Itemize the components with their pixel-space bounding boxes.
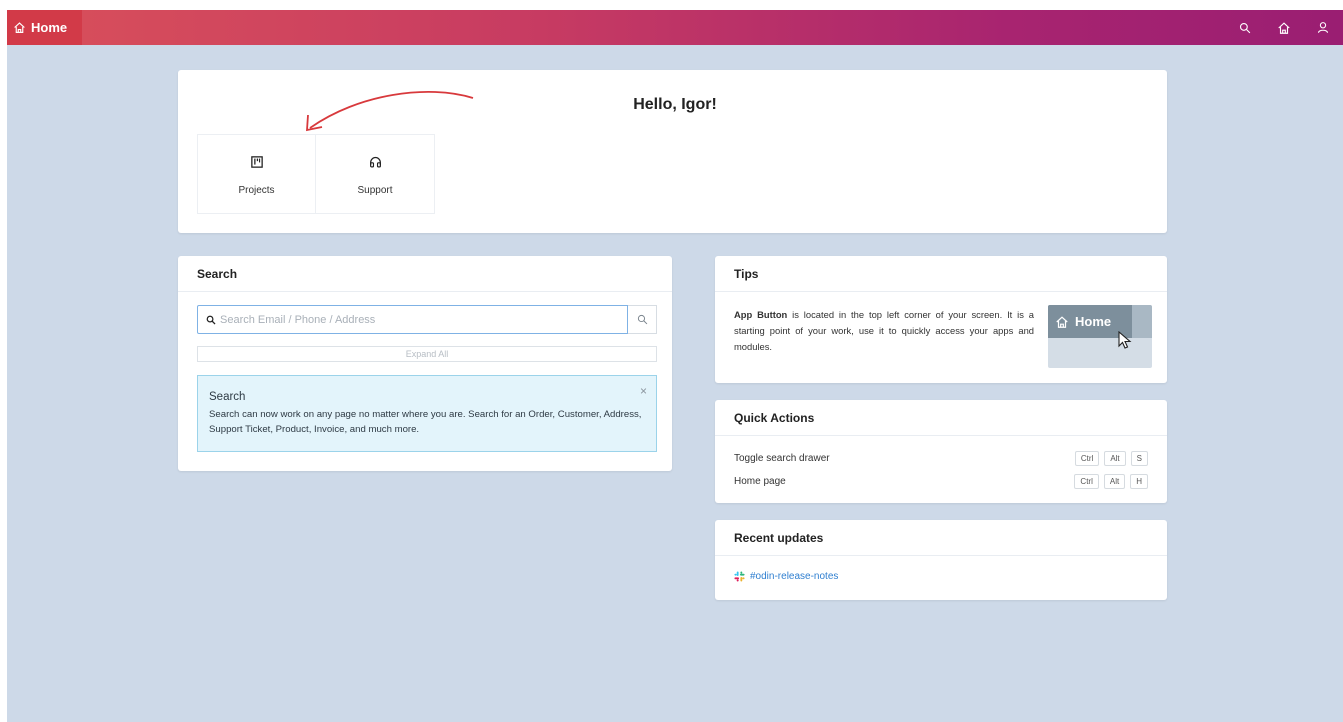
keyboard-key: S	[1130, 450, 1148, 466]
recent-updates-card: Recent updates #odin-release-notes	[715, 520, 1167, 600]
search-card: Search Expand All Search Search can now …	[178, 256, 672, 471]
user-icon[interactable]	[1317, 21, 1329, 34]
home-icon	[13, 21, 26, 34]
welcome-card: Hello, Igor! Projects Support	[178, 70, 1167, 233]
quick-action-label: Home page	[734, 475, 786, 487]
quick-action-row: Toggle search drawer Ctrl Alt S	[734, 449, 1148, 467]
kanban-icon	[250, 153, 263, 171]
search-submit-button[interactable]	[628, 305, 657, 334]
tips-bold-text: App Button	[734, 309, 788, 320]
keyboard-key: Ctrl	[1074, 473, 1099, 489]
release-notes-label: #odin-release-notes	[750, 571, 839, 582]
search-card-title: Search	[178, 256, 672, 292]
keyboard-key: Alt	[1103, 473, 1126, 489]
alert-title: Search	[209, 391, 246, 403]
projects-label: Projects	[238, 184, 275, 196]
app-button-label: Home	[31, 20, 68, 35]
mouse-cursor-icon	[1118, 331, 1132, 349]
quick-actions-card: Quick Actions Toggle search drawer Ctrl …	[715, 400, 1167, 503]
slack-icon	[734, 571, 745, 582]
release-notes-link[interactable]: #odin-release-notes	[734, 571, 838, 582]
quick-actions-title: Quick Actions	[715, 400, 1167, 436]
projects-tile[interactable]: Projects	[197, 134, 316, 214]
tips-card: Tips App Button is located in the top le…	[715, 256, 1167, 383]
top-bar: Home	[7, 10, 1343, 45]
search-field[interactable]	[197, 305, 628, 334]
keyboard-key: Alt	[1104, 450, 1126, 466]
search-input[interactable]	[220, 313, 627, 326]
search-icon	[206, 315, 216, 325]
tips-text: App Button is located in the top left co…	[734, 307, 1034, 355]
support-tile[interactable]: Support	[316, 134, 435, 214]
illustration-home-label: Home	[1075, 314, 1112, 329]
keyboard-key: Ctrl	[1074, 450, 1100, 466]
search-icon	[637, 314, 648, 325]
support-label: Support	[357, 184, 393, 196]
keyboard-key: H	[1130, 473, 1148, 489]
search-info-alert: Search Search can now work on any page n…	[197, 375, 657, 452]
tips-card-title: Tips	[715, 256, 1167, 292]
expand-all-button[interactable]: Expand All	[197, 346, 657, 362]
alert-body: Search can now work on any page no matte…	[209, 409, 642, 435]
headphones-icon	[369, 153, 382, 171]
search-icon[interactable]	[1239, 22, 1251, 34]
app-home-button[interactable]: Home	[7, 10, 82, 45]
quick-action-label: Toggle search drawer	[734, 452, 830, 464]
recent-updates-title: Recent updates	[715, 520, 1167, 556]
home-icon	[1055, 315, 1069, 329]
page-title: Hello, Igor!	[633, 96, 717, 113]
close-icon[interactable]: ×	[640, 384, 647, 399]
quick-action-row: Home page Ctrl Alt H	[734, 472, 1148, 490]
home-icon[interactable]	[1277, 21, 1291, 35]
app-button-illustration: Home	[1048, 305, 1152, 368]
